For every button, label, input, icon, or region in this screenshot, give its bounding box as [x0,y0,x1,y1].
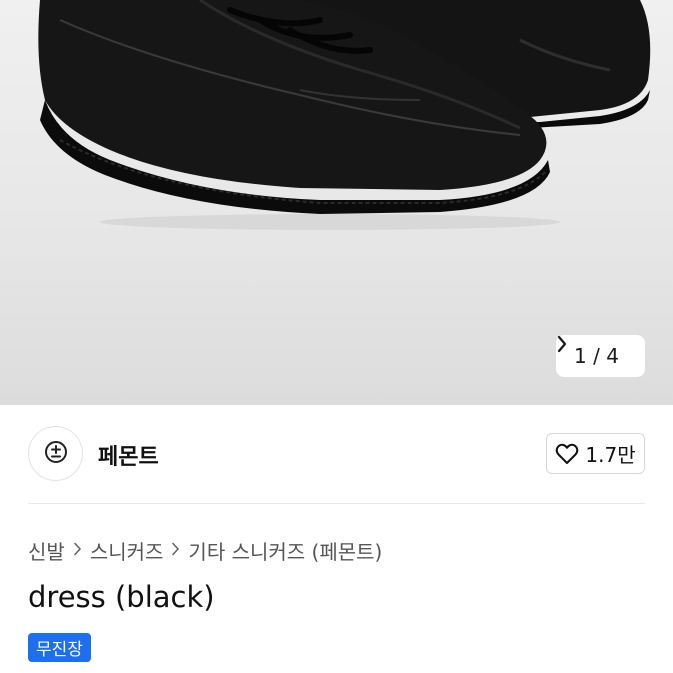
shop-name[interactable]: 페몬트 [98,439,159,471]
shop-info-row: 페몬트 1.7만 [28,426,645,482]
like-button[interactable]: 1.7만 [546,433,645,474]
chevron-right-icon [73,540,82,561]
image-counter-label: 1 / 4 [574,344,619,368]
breadcrumb-item-shoes[interactable]: 신발 [28,536,65,565]
product-title: dress (black) [28,580,215,614]
heart-outline-icon [556,443,579,464]
breadcrumb-item-other-sneakers[interactable]: 기타 스니커즈 (페몬트) [188,536,382,565]
like-count: 1.7만 [585,443,636,467]
chevron-right-icon [171,540,180,561]
breadcrumb-item-sneakers[interactable]: 스니커즈 [90,536,164,565]
product-image-gallery[interactable]: 1 / 4 [0,0,673,405]
breadcrumb: 신발 스니커즈 기타 스니커즈 (페몬트) [28,536,382,565]
divider [28,503,645,504]
plus-minus-logo-icon [44,440,68,468]
status-badge: 무진장 [28,633,91,662]
shop-avatar[interactable] [28,426,83,481]
image-counter[interactable]: 1 / 4 [556,335,645,377]
